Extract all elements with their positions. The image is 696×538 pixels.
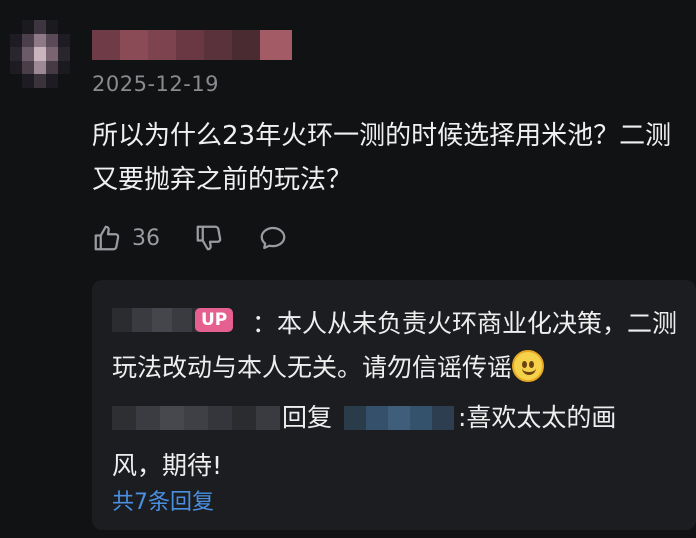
like-count: 36 [132,225,160,251]
username-redacted[interactable] [92,30,292,60]
comment-screen: 2025-12-19 所以为什么23年火环一测的时候选择用米池？二测又要抛弃之前… [0,0,696,538]
comment-text: 所以为什么23年火环一测的时候选择用米池？二测又要抛弃之前的玩法？ [92,121,672,195]
view-all-replies-link[interactable]: 共7条回复 [112,486,214,520]
replies-panel: UP ：本人从未负责火环商业化决策，二测玩法改动与本人无关。请勿信谣传谣 回复 [92,280,696,530]
reply-author-redacted[interactable] [112,406,280,430]
reply-text: :喜欢太太的画 [458,403,617,432]
reply-bubble-icon [258,223,288,253]
thumbs-down-icon [194,223,224,253]
reply-text: ：本人从未负责火环商业化决策，二测玩法改动与本人无关。请勿信谣传谣 [112,302,682,390]
smile-emoji-icon [512,350,545,382]
like-button[interactable]: 36 [92,223,160,253]
reply-separator: ： [252,309,278,338]
comment-date: 2025-12-19 [92,72,220,96]
comment-action-bar: 36 [92,222,288,254]
avatar[interactable] [10,20,70,88]
reply-text-part-a: 本人从未负责火环商业化决策， [277,309,628,338]
reply-line: 回复 :喜欢太太的画 [112,398,692,438]
thumbs-up-icon [92,223,122,253]
reply-to-word: 回复 [282,403,333,432]
replied-user-redacted[interactable] [344,406,454,430]
reply-button[interactable] [258,223,288,253]
dislike-button[interactable] [194,223,224,253]
reply-text-continued: 风，期待! [112,451,223,480]
